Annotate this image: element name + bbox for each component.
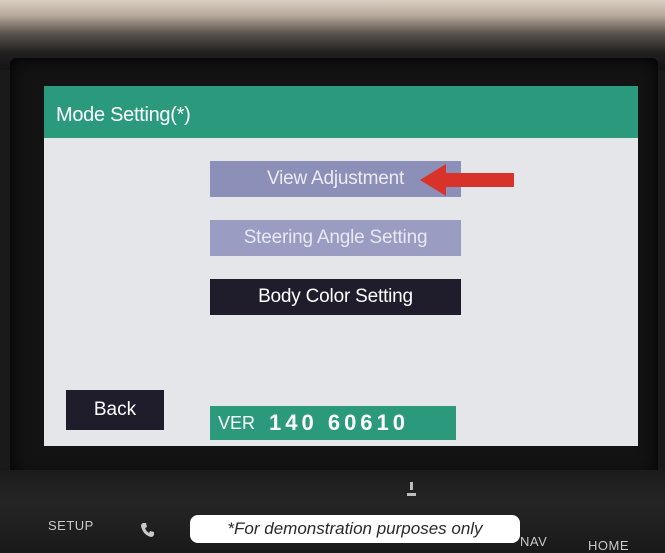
page-title: Mode Setting(*) xyxy=(56,104,191,126)
steering-angle-setting-button[interactable]: Steering Angle Setting xyxy=(210,220,461,256)
back-button[interactable]: Back xyxy=(66,390,164,430)
body-color-setting-button[interactable]: Body Color Setting xyxy=(210,279,461,315)
setup-hardware-button[interactable]: SETUP xyxy=(48,518,94,533)
red-arrow-icon xyxy=(420,164,514,196)
demonstration-caption: *For demonstration purposes only xyxy=(190,515,520,543)
phone-icon[interactable] xyxy=(140,522,156,538)
title-bar: Mode Setting(*) xyxy=(44,86,638,138)
display-screen: Mode Setting(*) View Adjustment Steering… xyxy=(44,86,638,446)
version-display: VER 140 60610 xyxy=(210,406,456,440)
home-hardware-button[interactable]: HOME xyxy=(588,538,629,553)
nav-hardware-button[interactable]: NAV xyxy=(520,534,547,549)
version-number: 140 60610 xyxy=(269,410,410,435)
tune-knob-icon[interactable] xyxy=(404,480,420,502)
version-label: VER xyxy=(218,412,256,433)
